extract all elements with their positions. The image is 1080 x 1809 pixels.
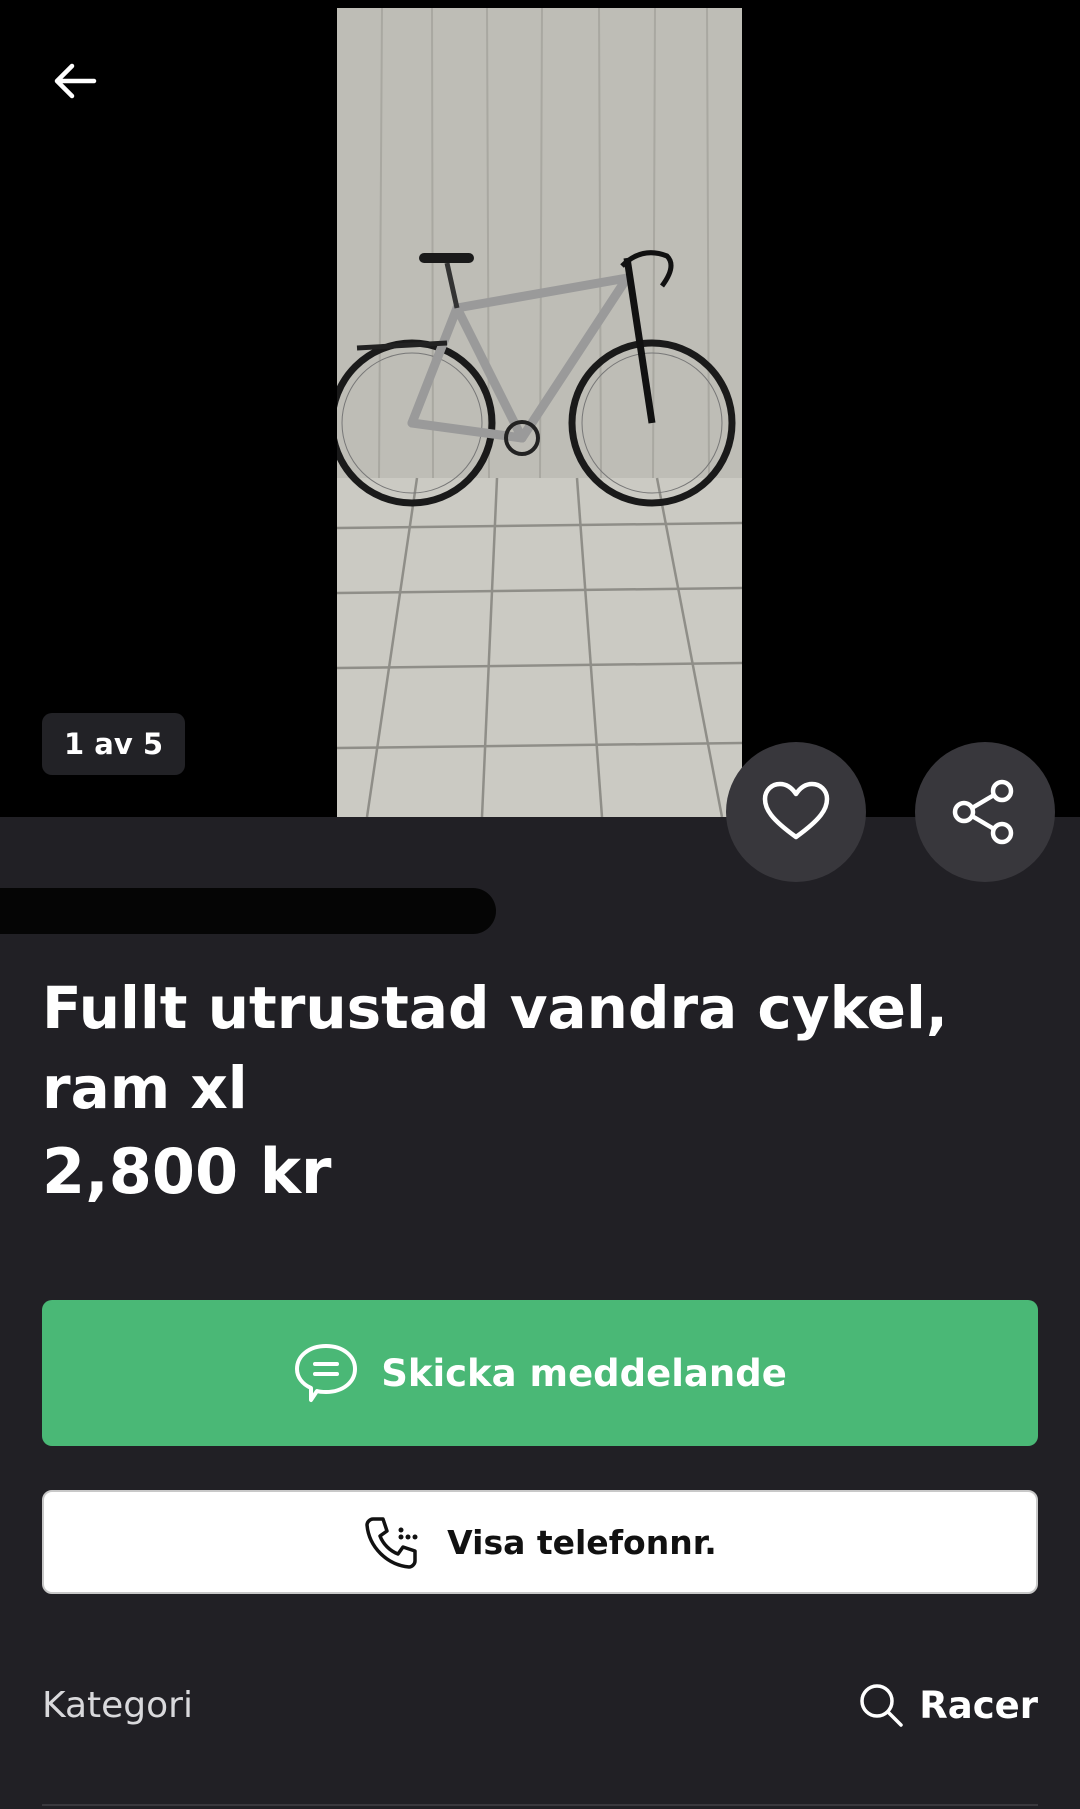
show-phone-label: Visa telefonnr. bbox=[447, 1522, 717, 1562]
send-message-button[interactable]: Skicka meddelande bbox=[42, 1300, 1038, 1446]
phone-icon bbox=[365, 1517, 418, 1569]
image-gallery[interactable]: 1 av 5 bbox=[0, 0, 1080, 817]
listing-page: 1 av 5 Fullt utrustad vandra cykel, ram … bbox=[0, 0, 1080, 1809]
arrow-left-icon bbox=[54, 63, 97, 99]
heart-icon bbox=[762, 781, 830, 840]
show-phone-button[interactable]: Visa telefonnr. bbox=[42, 1490, 1038, 1594]
category-link[interactable]: Racer bbox=[857, 1681, 1038, 1729]
listing-title: Fullt utrustad vandra cykel, ram xl bbox=[42, 974, 948, 1122]
image-counter: 1 av 5 bbox=[42, 713, 186, 775]
send-message-label: Skicka meddelande bbox=[381, 1351, 787, 1395]
back-button[interactable] bbox=[38, 45, 110, 117]
category-label: Kategori bbox=[42, 1684, 193, 1726]
favorite-button[interactable] bbox=[726, 742, 866, 882]
listing-photo[interactable] bbox=[337, 8, 742, 817]
category-value: Racer bbox=[919, 1683, 1038, 1727]
redacted-seller-info bbox=[0, 888, 496, 934]
share-button[interactable] bbox=[915, 742, 1055, 882]
search-icon bbox=[860, 1684, 904, 1727]
category-row: Kategori Racer bbox=[42, 1670, 1038, 1740]
bike-photo bbox=[337, 8, 742, 817]
listing-price: 2,800 kr bbox=[42, 1135, 332, 1208]
chat-bubble-icon bbox=[295, 1344, 358, 1402]
divider bbox=[42, 1804, 1038, 1806]
share-icon bbox=[952, 779, 1014, 845]
